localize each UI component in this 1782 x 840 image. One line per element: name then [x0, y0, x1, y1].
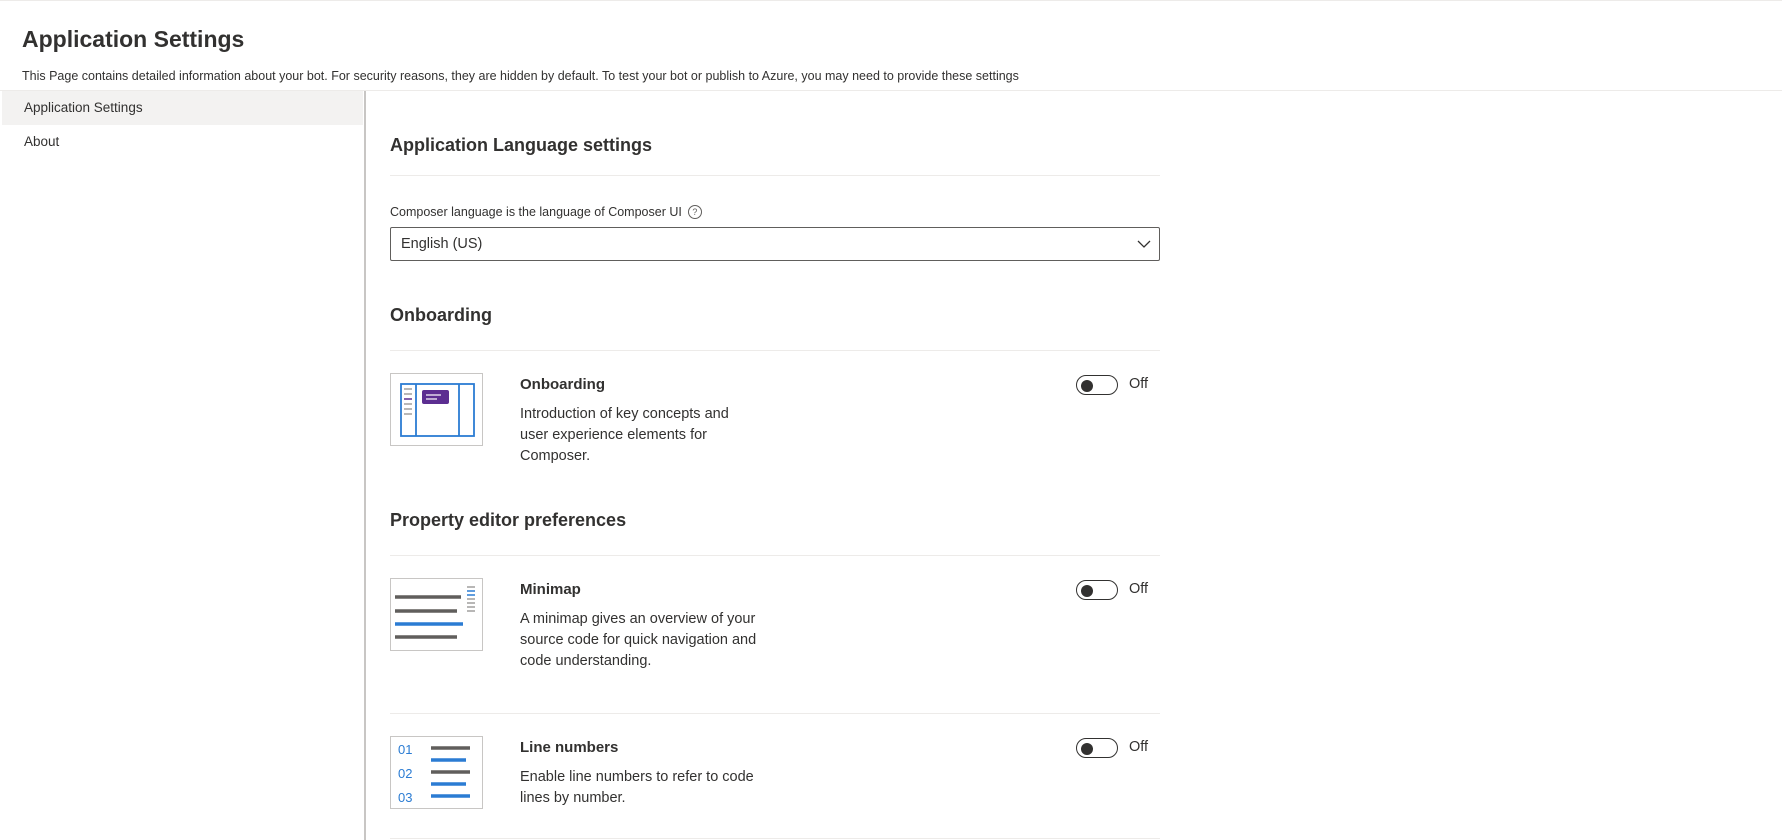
line-number-02: 02	[398, 766, 412, 781]
line-numbers-description: Enable line numbers to refer to code lin…	[520, 769, 754, 806]
nav-item-about[interactable]: About	[2, 125, 363, 159]
settings-nav: Application Settings About	[0, 91, 364, 840]
onboarding-thumbnail	[390, 373, 483, 446]
page-description: This Page contains detailed information …	[22, 69, 1019, 83]
language-section-title: Application Language settings	[390, 135, 653, 155]
line-number-03: 03	[398, 790, 412, 805]
toggle-knob	[1081, 585, 1093, 597]
help-icon[interactable]: ?	[687, 205, 702, 219]
nav-divider	[364, 91, 366, 840]
line-number-01: 01	[398, 742, 412, 757]
language-dropdown-value: English (US)	[401, 236, 483, 252]
onboarding-section-title: Onboarding	[390, 305, 492, 325]
onboarding-title: Onboarding	[520, 376, 605, 393]
onboarding-divider	[390, 350, 1160, 351]
language-label-text: Composer language is the language of Com…	[390, 205, 682, 219]
onboarding-toggle-label: Off	[1129, 376, 1149, 392]
language-dropdown[interactable]: English (US)	[390, 227, 1160, 261]
page-header: Application Settings	[22, 24, 244, 54]
onboarding-description: Introduction of key concepts and user ex…	[520, 406, 729, 464]
minimap-title: Minimap	[520, 581, 581, 598]
line-numbers-illustration-icon: 01 02 03	[398, 742, 470, 805]
minimap-thumbnail	[390, 578, 483, 651]
line-numbers-toggle-label: Off	[1129, 739, 1149, 755]
minimap-toggle-label: Off	[1129, 581, 1149, 597]
onboarding-illustration-icon	[400, 383, 475, 437]
chevron-down-icon	[1137, 240, 1151, 248]
minimap-divider	[390, 713, 1160, 714]
property-editor-divider	[390, 555, 1160, 556]
top-border	[0, 0, 1782, 1]
language-divider	[390, 175, 1160, 176]
onboarding-toggle[interactable]	[1076, 375, 1118, 395]
minimap-illustration-icon	[395, 586, 475, 639]
toggle-knob	[1081, 743, 1093, 755]
line-numbers-divider	[390, 838, 1160, 839]
line-numbers-title: Line numbers	[520, 739, 619, 756]
minimap-description: A minimap gives an overview of your sour…	[520, 611, 757, 669]
language-label: Composer language is the language of Com…	[390, 205, 702, 219]
line-numbers-toggle[interactable]	[1076, 738, 1118, 758]
toggle-knob	[1081, 380, 1093, 392]
page-title: Application Settings	[22, 26, 245, 52]
nav-item-application-settings[interactable]: Application Settings	[2, 91, 363, 125]
line-numbers-thumbnail: 01 02 03	[390, 736, 483, 809]
property-editor-section-title: Property editor preferences	[390, 510, 627, 530]
minimap-toggle[interactable]	[1076, 580, 1118, 600]
